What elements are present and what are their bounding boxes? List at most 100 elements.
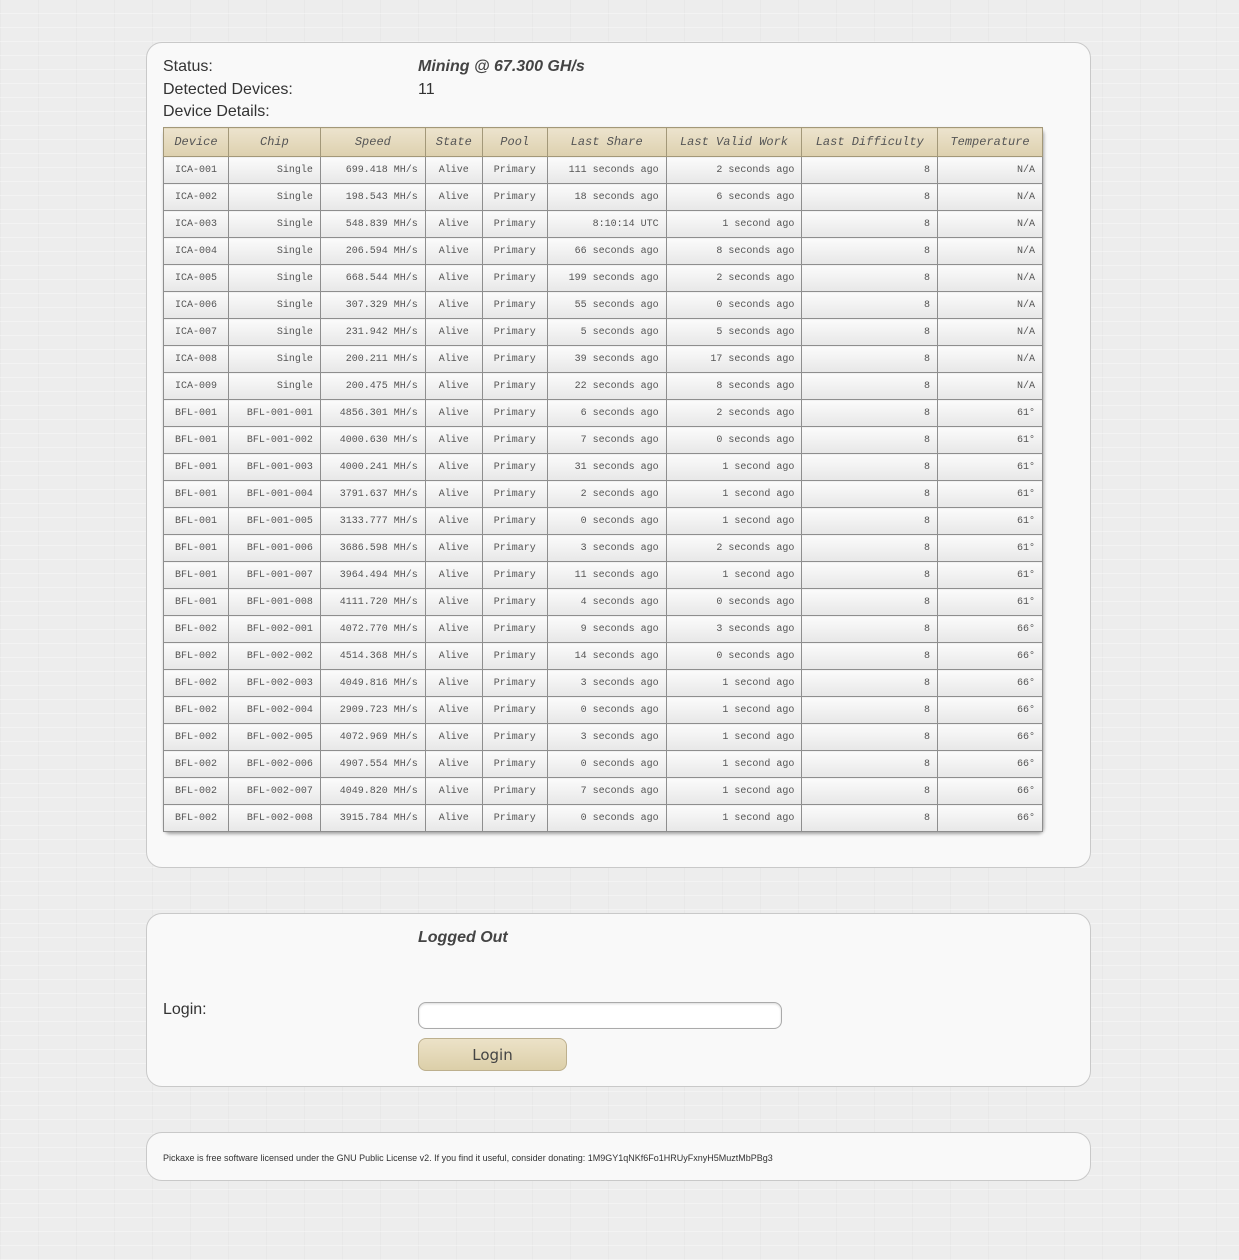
cell-speed: 206.594 MH/s [319, 237, 426, 265]
cell-temperature: 61° [937, 426, 1043, 454]
table-row: ICA-005 Single 668.544 MH/s Alive Primary 199… [163, 264, 1043, 292]
table-row: BFL-001 BFL-001-001 4856.301 MH/s Alive Prim… [163, 399, 1043, 427]
cell-state: Alive [424, 696, 483, 724]
cell-last-difficulty: 8 [801, 696, 939, 724]
cell-state: Alive [424, 264, 483, 292]
cell-state: Alive [424, 534, 483, 562]
cell-pool: Primary [481, 723, 548, 751]
cell-speed: 4049.816 MH/s [319, 669, 426, 697]
cell-temperature: 66° [937, 615, 1043, 643]
cell-speed: 3915.784 MH/s [319, 804, 426, 832]
table-body: ICA-001 Single 699.418 MH/s Alive Primary 111… [163, 156, 1043, 832]
table-row: ICA-006 Single 307.329 MH/s Alive Primary 55 … [163, 291, 1043, 319]
cell-temperature: 66° [937, 777, 1043, 805]
cell-last-share: 31 seconds ago [546, 453, 667, 481]
cell-last-difficulty: 8 [801, 480, 939, 508]
table-row: ICA-001 Single 699.418 MH/s Alive Primary 111… [163, 156, 1043, 184]
table-row: BFL-001 BFL-001-008 4111.720 MH/s Alive Prim… [163, 588, 1043, 616]
column-header-device: Device [163, 127, 229, 157]
cell-temperature: 61° [937, 480, 1043, 508]
cell-last-share: 0 seconds ago [546, 804, 667, 832]
column-header-last-difficulty: Last Difficulty [801, 127, 939, 157]
cell-state: Alive [424, 750, 483, 778]
cell-chip: BFL-002-003 [227, 669, 321, 697]
cell-pool: Primary [481, 642, 548, 670]
cell-pool: Primary [481, 426, 548, 454]
cell-last-difficulty: 8 [801, 210, 939, 238]
cell-last-share: 9 seconds ago [546, 615, 667, 643]
table-row: BFL-001 BFL-001-004 3791.637 MH/s Alive Prim… [163, 480, 1043, 508]
cell-speed: 3686.598 MH/s [319, 534, 426, 562]
column-header-speed: Speed [319, 127, 426, 157]
cell-device: BFL-002 [163, 777, 229, 805]
cell-device: ICA-009 [163, 372, 229, 400]
login-button[interactable]: Login [418, 1038, 567, 1071]
cell-chip: BFL-002-007 [227, 777, 321, 805]
cell-last-valid-work: 17 seconds ago [665, 345, 803, 373]
cell-speed: 198.543 MH/s [319, 183, 426, 211]
table-row: BFL-002 BFL-002-007 4049.820 MH/s Alive Prim… [163, 777, 1043, 805]
cell-pool: Primary [481, 453, 548, 481]
cell-chip: Single [227, 264, 321, 292]
cell-device: BFL-001 [163, 561, 229, 589]
table-row: BFL-002 BFL-002-008 3915.784 MH/s Alive Prim… [163, 804, 1043, 832]
cell-last-valid-work: 2 seconds ago [665, 399, 803, 427]
table-row: ICA-002 Single 198.543 MH/s Alive Primary 18 … [163, 183, 1043, 211]
cell-last-valid-work: 8 seconds ago [665, 237, 803, 265]
cell-state: Alive [424, 507, 483, 535]
cell-last-share: 11 seconds ago [546, 561, 667, 589]
cell-pool: Primary [481, 777, 548, 805]
cell-last-difficulty: 8 [801, 561, 939, 589]
cell-state: Alive [424, 723, 483, 751]
cell-speed: 4000.630 MH/s [319, 426, 426, 454]
login-input[interactable] [418, 1002, 782, 1029]
cell-device: ICA-001 [163, 156, 229, 184]
cell-state: Alive [424, 399, 483, 427]
cell-chip: Single [227, 291, 321, 319]
cell-device: BFL-001 [163, 480, 229, 508]
cell-last-difficulty: 8 [801, 750, 939, 778]
cell-temperature: 61° [937, 561, 1043, 589]
cell-device: BFL-001 [163, 507, 229, 535]
cell-device: BFL-002 [163, 750, 229, 778]
cell-last-share: 3 seconds ago [546, 723, 667, 751]
cell-last-valid-work: 0 seconds ago [665, 291, 803, 319]
cell-last-valid-work: 1 second ago [665, 480, 803, 508]
cell-state: Alive [424, 561, 483, 589]
cell-last-share: 8:10:14 UTC [546, 210, 667, 238]
cell-last-share: 14 seconds ago [546, 642, 667, 670]
login-label: Login: [163, 1001, 207, 1018]
cell-temperature: 61° [937, 453, 1043, 481]
cell-temperature: N/A [937, 264, 1043, 292]
cell-last-valid-work: 1 second ago [665, 210, 803, 238]
cell-last-share: 66 seconds ago [546, 237, 667, 265]
cell-chip: BFL-001-007 [227, 561, 321, 589]
cell-pool: Primary [481, 696, 548, 724]
cell-last-valid-work: 1 second ago [665, 561, 803, 589]
cell-speed: 4907.554 MH/s [319, 750, 426, 778]
cell-state: Alive [424, 291, 483, 319]
cell-temperature: N/A [937, 183, 1043, 211]
cell-chip: BFL-002-008 [227, 804, 321, 832]
cell-last-valid-work: 8 seconds ago [665, 372, 803, 400]
cell-speed: 307.329 MH/s [319, 291, 426, 319]
detected-devices-value: 11 [418, 81, 435, 98]
cell-last-share: 0 seconds ago [546, 696, 667, 724]
cell-device: ICA-002 [163, 183, 229, 211]
cell-chip: BFL-002-004 [227, 696, 321, 724]
cell-last-valid-work: 5 seconds ago [665, 318, 803, 346]
cell-last-difficulty: 8 [801, 264, 939, 292]
cell-last-share: 5 seconds ago [546, 318, 667, 346]
cell-last-share: 4 seconds ago [546, 588, 667, 616]
cell-speed: 668.544 MH/s [319, 264, 426, 292]
table-row: ICA-008 Single 200.211 MH/s Alive Primary 39 … [163, 345, 1043, 373]
table-row: BFL-001 BFL-001-007 3964.494 MH/s Alive Prim… [163, 561, 1043, 589]
footer-panel: Pickaxe is free software licensed under … [146, 1132, 1091, 1181]
cell-device: BFL-002 [163, 642, 229, 670]
device-details-label: Device Details: [163, 103, 270, 120]
cell-last-valid-work: 1 second ago [665, 750, 803, 778]
table-row: ICA-007 Single 231.942 MH/s Alive Primary 5 s… [163, 318, 1043, 346]
cell-last-valid-work: 0 seconds ago [665, 642, 803, 670]
cell-chip: BFL-001-004 [227, 480, 321, 508]
cell-last-share: 3 seconds ago [546, 534, 667, 562]
